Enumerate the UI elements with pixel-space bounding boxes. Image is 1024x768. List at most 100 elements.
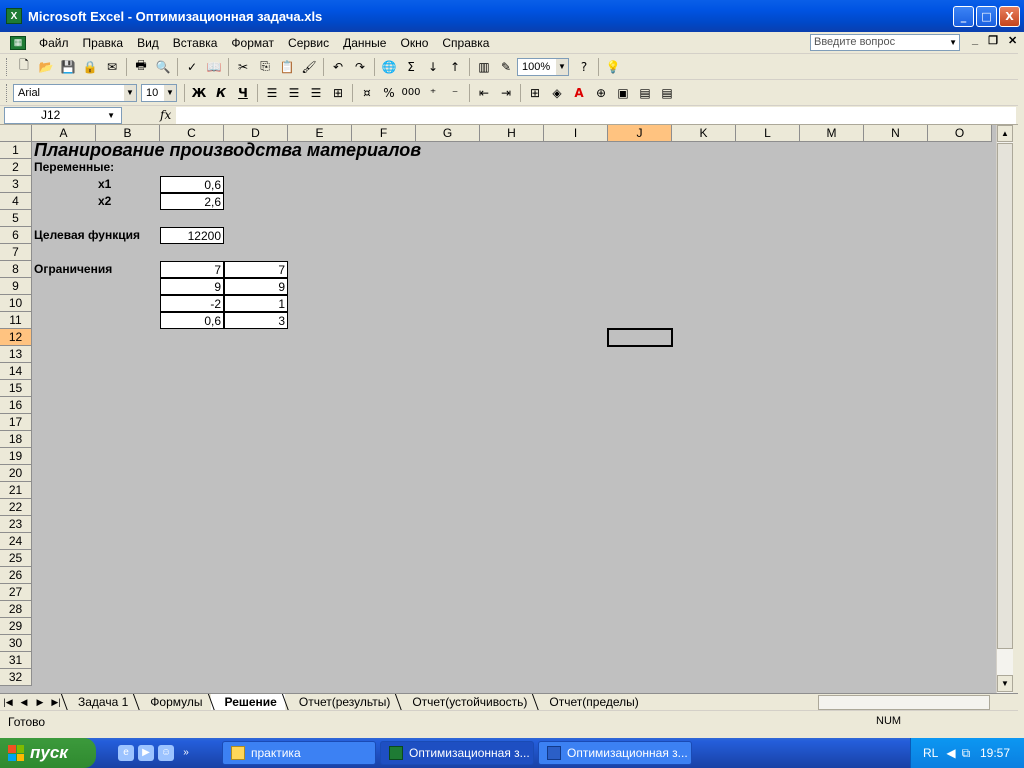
row-header-29[interactable]: 29 xyxy=(0,618,32,635)
doc-minimize-icon[interactable]: _ xyxy=(972,34,978,47)
select-all-corner[interactable] xyxy=(0,125,32,142)
language-indicator[interactable]: RL xyxy=(923,746,938,760)
cell-d9-constraint[interactable]: 9 xyxy=(224,278,288,295)
font-name-select[interactable]: Arial ▼ xyxy=(13,83,137,102)
row-header-20[interactable]: 20 xyxy=(0,465,32,482)
row-header-3[interactable]: 3 xyxy=(0,176,32,193)
horizontal-scrollbar[interactable] xyxy=(818,695,990,710)
autosum-icon[interactable]: Σ xyxy=(400,56,422,78)
undo-icon[interactable]: ↶ xyxy=(327,56,349,78)
align-right-icon[interactable]: ☰ xyxy=(305,82,327,104)
save-icon[interactable]: 💾 xyxy=(57,56,79,78)
merge-center-icon[interactable]: ⊞ xyxy=(327,82,349,104)
decrease-indent-icon[interactable]: ⇤ xyxy=(473,82,495,104)
doc-restore-icon[interactable]: ❐ xyxy=(988,34,998,47)
menu-format[interactable]: Формат xyxy=(224,36,281,50)
row-header-17[interactable]: 17 xyxy=(0,414,32,431)
lightbulb-icon[interactable]: 💡 xyxy=(602,56,624,78)
cell-c11-constraint[interactable]: 0,6 xyxy=(160,312,224,329)
maximize-button[interactable]: □ xyxy=(976,6,997,27)
font-color-icon[interactable]: A xyxy=(568,82,590,104)
fx-icon[interactable]: fx xyxy=(160,108,171,122)
first-sheet-icon[interactable]: |◀ xyxy=(0,697,16,708)
chevron-down-icon[interactable]: ▼ xyxy=(556,58,568,75)
currency-icon[interactable]: ¤ xyxy=(356,82,378,104)
zoom-select[interactable]: 100% ▼ xyxy=(517,57,569,76)
row-header-18[interactable]: 18 xyxy=(0,431,32,448)
column-header-k[interactable]: K xyxy=(672,125,736,142)
column-header-m[interactable]: M xyxy=(800,125,864,142)
cell-a8-constraints-label[interactable]: Ограничения xyxy=(34,261,162,278)
vertical-scrollbar[interactable]: ▲ ▼ xyxy=(996,125,1013,693)
formula-input[interactable] xyxy=(176,107,1016,124)
sheet-tab-reshenie[interactable]: Решение xyxy=(210,693,285,711)
menu-help[interactable]: Справка xyxy=(435,36,496,50)
scroll-thumb[interactable] xyxy=(997,143,1013,649)
row-header-24[interactable]: 24 xyxy=(0,533,32,550)
row-header-32[interactable]: 32 xyxy=(0,669,32,686)
help-icon[interactable]: ? xyxy=(573,56,595,78)
name-box[interactable]: J12 ▼ xyxy=(4,106,122,124)
thousands-button[interactable]: 000 xyxy=(400,82,422,104)
drawing-icon[interactable]: ✎ xyxy=(495,56,517,78)
outline-show-icon[interactable]: ▤ xyxy=(656,82,678,104)
cell-d11-constraint[interactable]: 3 xyxy=(224,312,288,329)
cell-a1-title[interactable]: Планирование производства материалов xyxy=(34,139,514,160)
row-header-1[interactable]: 1 xyxy=(0,142,32,159)
menu-edit[interactable]: Правка xyxy=(76,36,131,50)
next-sheet-icon[interactable]: ▶ xyxy=(32,697,48,708)
start-button[interactable]: пуск xyxy=(0,738,96,768)
column-header-i[interactable]: I xyxy=(544,125,608,142)
percent-button[interactable]: % xyxy=(378,82,400,104)
align-left-icon[interactable]: ☰ xyxy=(261,82,283,104)
borders-icon[interactable]: ⊞ xyxy=(524,82,546,104)
cell-c3-x1-value[interactable]: 0,6 xyxy=(160,176,224,193)
cell-c10-constraint[interactable]: -2 xyxy=(160,295,224,312)
menu-tools[interactable]: Сервис xyxy=(281,36,336,50)
toolbar-grip[interactable] xyxy=(6,57,9,76)
font-size-select[interactable]: 10 ▼ xyxy=(141,83,177,102)
column-header-j[interactable]: J xyxy=(608,125,672,142)
research-icon[interactable]: 📖 xyxy=(203,56,225,78)
task-word[interactable]: Оптимизационная з... xyxy=(538,741,692,765)
menu-insert[interactable]: Вставка xyxy=(166,36,225,50)
row-header-23[interactable]: 23 xyxy=(0,516,32,533)
row-header-13[interactable]: 13 xyxy=(0,346,32,363)
column-header-o[interactable]: O xyxy=(928,125,992,142)
row-header-12[interactable]: 12 xyxy=(0,329,32,346)
spelling-icon[interactable]: ✓ xyxy=(181,56,203,78)
row-header-25[interactable]: 25 xyxy=(0,550,32,567)
prev-sheet-icon[interactable]: ◀ xyxy=(16,697,32,708)
sheet-tab-stability[interactable]: Отчет(устойчивость) xyxy=(398,694,535,711)
zoom-tool-icon[interactable]: ⊕ xyxy=(590,82,612,104)
menu-file[interactable]: Файл xyxy=(32,36,76,50)
row-header-2[interactable]: 2 xyxy=(0,159,32,176)
row-header-4[interactable]: 4 xyxy=(0,193,32,210)
cell-a6-objective-label[interactable]: Целевая функция xyxy=(34,227,162,244)
chevron-down-icon[interactable]: ▼ xyxy=(949,35,957,50)
cell-a2-variables[interactable]: Переменные: xyxy=(34,159,162,176)
row-header-26[interactable]: 26 xyxy=(0,567,32,584)
row-header-16[interactable]: 16 xyxy=(0,397,32,414)
ask-question-input[interactable]: Введите вопрос ▼ xyxy=(810,34,960,51)
menu-data[interactable]: Данные xyxy=(336,36,393,50)
sort-descending-icon[interactable]: ↑ xyxy=(444,56,466,78)
row-header-28[interactable]: 28 xyxy=(0,601,32,618)
print-preview-icon[interactable]: 🔍 xyxy=(152,56,174,78)
document-menu-icon[interactable]: ▦ xyxy=(10,35,26,50)
scroll-down-icon[interactable]: ▼ xyxy=(997,675,1013,692)
sort-ascending-icon[interactable]: ↓ xyxy=(422,56,444,78)
excel-app-icon[interactable]: X xyxy=(6,8,22,24)
network-icon[interactable]: ⧉ xyxy=(962,746,971,761)
worksheet-grid[interactable]: A B C D E F G H I J K L M N O 1 2 3 4 5 6 7 8 9 10 11 12 13 14 15 16 17… xyxy=(0,125,1013,693)
decrease-decimal-icon[interactable]: ⁻ xyxy=(444,82,466,104)
cell-c4-x2-value[interactable]: 2,6 xyxy=(160,193,224,210)
open-icon[interactable]: 📂 xyxy=(35,56,57,78)
increase-decimal-icon[interactable]: ⁺ xyxy=(422,82,444,104)
copy-icon[interactable]: ⎘ xyxy=(254,56,276,78)
cell-d10-constraint[interactable]: 1 xyxy=(224,295,288,312)
title-bar[interactable]: X Microsoft Excel - Оптимизационная зада… xyxy=(0,0,1024,32)
row-header-31[interactable]: 31 xyxy=(0,652,32,669)
sheet-tab-formuly[interactable]: Формулы xyxy=(136,694,210,711)
cell-c8-constraint[interactable]: 7 xyxy=(160,261,224,278)
